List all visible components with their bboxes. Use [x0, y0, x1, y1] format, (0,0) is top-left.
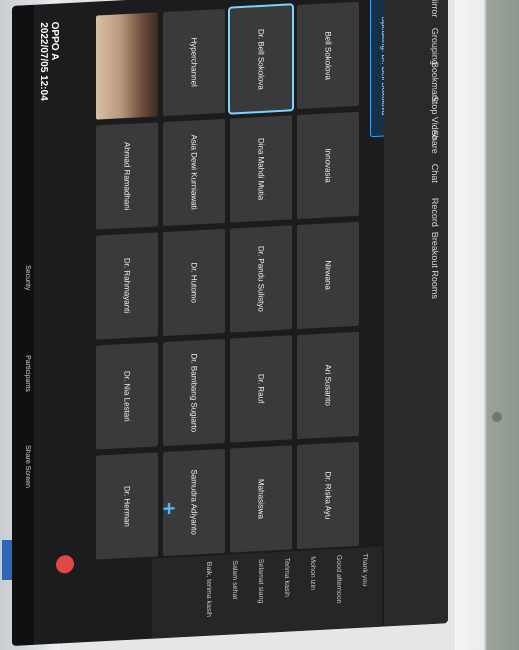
monitor-bezel [455, 0, 519, 650]
monitor-screen: Security Participants Share Screen OPPO … [12, 0, 448, 646]
participant-tile[interactable]: Mahasiswa [230, 445, 292, 553]
topbar-item[interactable]: Breakout Rooms [392, 232, 440, 302]
participant-name: Dr. Bell Sokolova [256, 28, 266, 90]
participant-name: Dr. Bambang Sugiarto [189, 352, 199, 433]
chat-message: Salam sehat [231, 560, 238, 600]
participant-name: Dr. Hutomo [189, 261, 199, 303]
participants-button[interactable]: Participants [15, 355, 31, 392]
participant-name: Dr. Pandu Sulistyo [256, 245, 266, 313]
participant-name: Ahmad Ramadhani [122, 141, 132, 211]
participant-tile[interactable]: Bell Sokolova [297, 1, 359, 110]
participant-name: Dina Mahdi Mutia [256, 137, 266, 201]
participant-name: Dr. Rauf [256, 374, 266, 404]
chat-message: Terima kasih [283, 557, 290, 598]
participant-tile[interactable]: Dr. Nia Lestari [96, 342, 158, 450]
topbar-item[interactable]: Mirror [392, 0, 440, 20]
participant-name: Dr. Riska Ayu [323, 471, 333, 520]
topbar-item[interactable]: Share [392, 130, 440, 157]
plus-icon[interactable]: + [158, 495, 180, 521]
participant-name: Bell Sokolova [323, 30, 333, 80]
participant-name: Mahasiswa [256, 478, 266, 520]
participant-tile[interactable]: Dr. Riska Ayu [297, 441, 359, 550]
chat-message: Selamat siang [257, 558, 264, 604]
participant-name: Dr. Rahmayanti [122, 258, 132, 314]
participant-tile[interactable]: Dina Mahdi Mutia [230, 115, 292, 223]
participant-tile[interactable]: Dr. Bell Sokolova [228, 3, 294, 115]
chat-message: Good afternoon [335, 554, 342, 604]
participant-gallery: Bell Sokolova Dr. Bell Sokolova Hyperchann… [34, 1, 364, 579]
participant-tile[interactable]: Ahmad Ramadhani [96, 122, 158, 230]
participant-tile[interactable]: Dr. Pandu Sulistyo [230, 225, 292, 333]
chat-message: Baik, terima kasih [205, 561, 212, 618]
participant-tile[interactable]: Dr. Hutomo [163, 228, 225, 337]
share-screen-button[interactable]: Share Screen [15, 445, 31, 489]
participant-tile[interactable]: Dr. Herman [96, 452, 158, 560]
topbar-item[interactable]: Chat [392, 164, 440, 186]
participant-tile[interactable]: Dr. Rauf [230, 335, 292, 443]
participant-name: Ari Susanto [323, 364, 333, 407]
chat-panel: Thank you Good afternoon Mohon izin Terima … [152, 546, 382, 639]
participant-tile[interactable]: Dr. Rahmayanti [96, 232, 158, 340]
participant-name: Dr. Herman [122, 485, 132, 527]
participant-tile[interactable]: Nirwana [297, 221, 359, 330]
participant-name: Hyperchannel [189, 37, 199, 88]
participant-name: Asia Dewi Kurniawati [189, 134, 199, 211]
top-menu-bar: Mirror Grouping Bookmark Stop Video Share Cha… [384, 0, 448, 627]
participant-tile[interactable]: Innovasia [297, 111, 359, 220]
bezel-sensor [492, 412, 502, 422]
participant-tile[interactable]: Asia Dewi Kurniawati [163, 118, 225, 227]
participant-name: Nirwana [323, 260, 333, 291]
chat-message: Mohon izin [309, 556, 316, 591]
topbar-item[interactable]: Record [392, 198, 440, 230]
security-button[interactable]: Security [15, 265, 31, 291]
participant-name: Innovasia [323, 148, 333, 183]
participant-video-tile[interactable] [96, 12, 158, 120]
participant-name: Dr. Nia Lestari [122, 370, 132, 422]
chat-message: Thank you [361, 553, 368, 587]
participant-tile[interactable]: Ari Susanto [297, 331, 359, 440]
participant-tile[interactable]: Hyperchannel [163, 8, 225, 117]
participant-tile[interactable]: Dr. Bambang Sugiarto [163, 338, 225, 447]
